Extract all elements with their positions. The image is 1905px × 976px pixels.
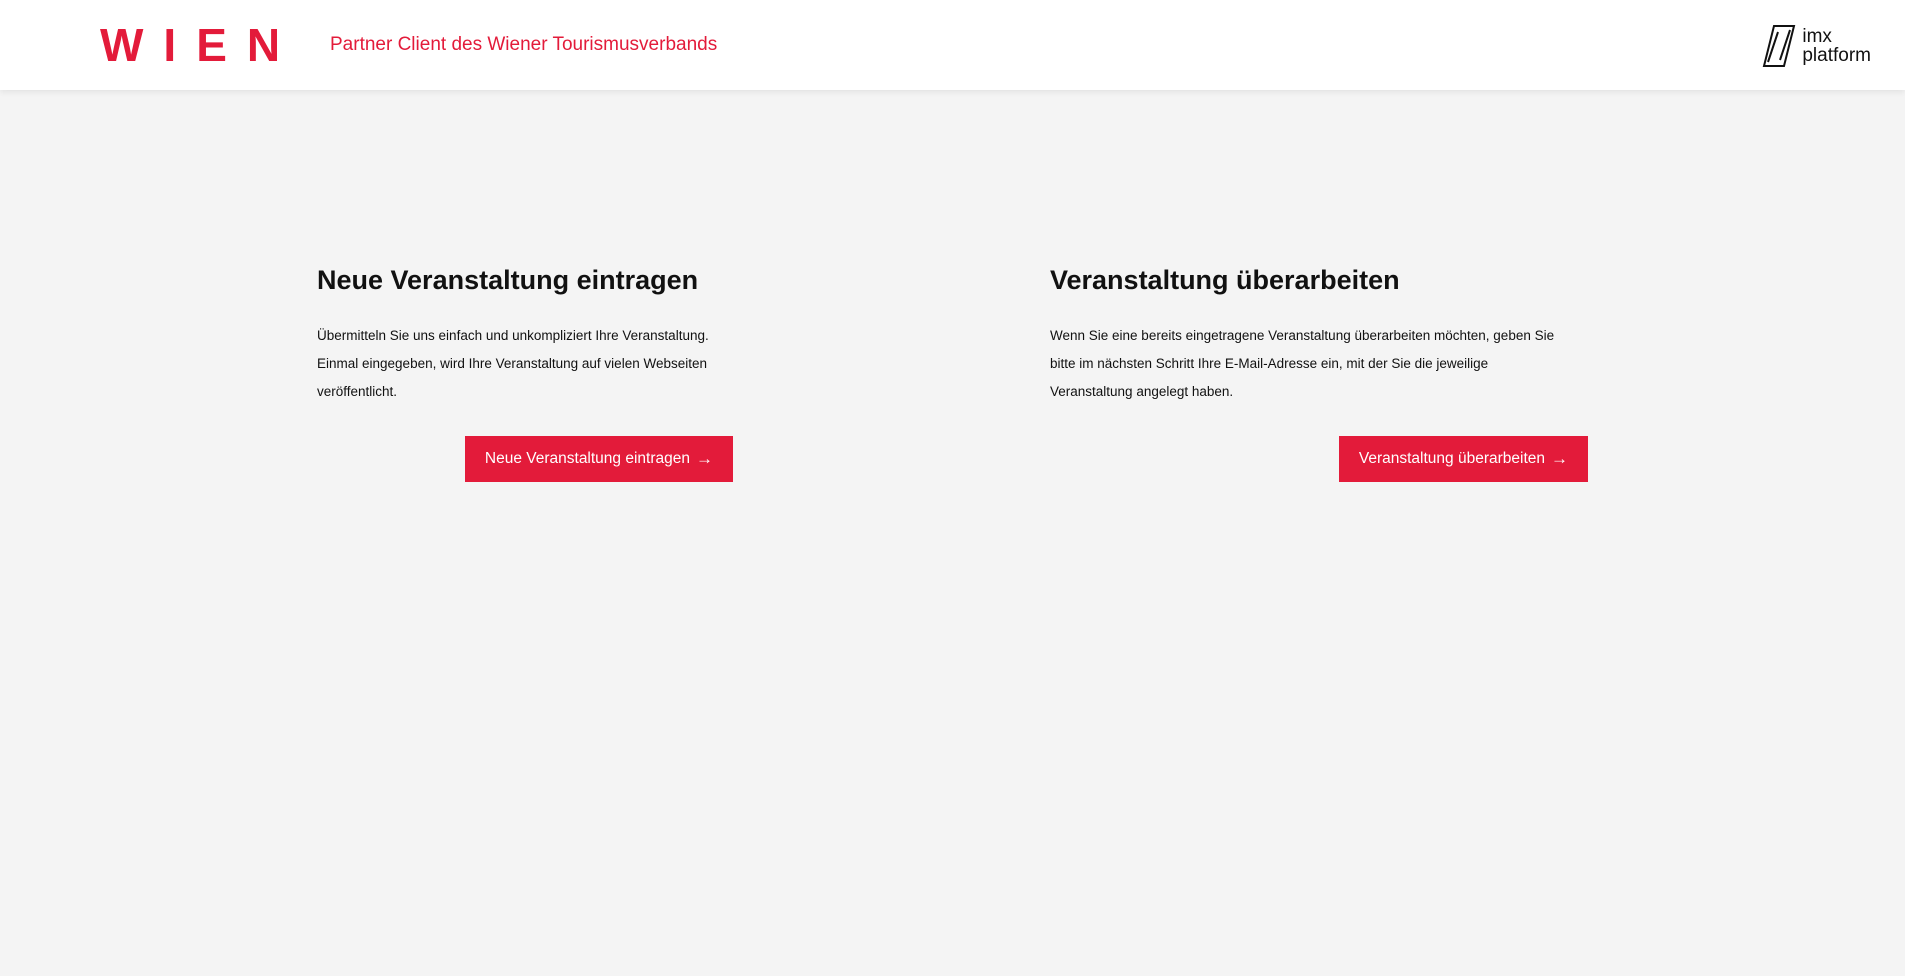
edit-event-card: Veranstaltung überarbeiten Wenn Sie eine…: [1050, 262, 1588, 482]
edit-event-description-line2: bitte im nächsten Schritt Ihre E-Mail-Ad…: [1050, 356, 1489, 371]
wien-logo[interactable]: WIEN: [100, 22, 300, 68]
arrow-right-icon: →: [1551, 449, 1568, 468]
new-event-button-label: Neue Veranstaltung eintragen: [484, 450, 690, 467]
edit-event-title: Veranstaltung überarbeiten: [1050, 265, 1400, 295]
new-event-card: Neue Veranstaltung eintragen Übermitteln…: [317, 262, 733, 482]
imx-wordmark-line1: imx: [1802, 26, 1832, 47]
new-event-description-line2: Einmal eingegeben, wird Ihre Veranstaltu…: [317, 356, 707, 371]
imx-wordmark-line2: platform: [1802, 45, 1871, 66]
new-event-description: Übermitteln Sie uns einfach und unkompli…: [317, 322, 733, 406]
arrow-right-icon: →: [696, 449, 713, 468]
imx-platform-logo-icon: [1763, 25, 1796, 67]
imx-platform-wordmark: imx platform: [1802, 27, 1871, 65]
edit-event-description: Wenn Sie eine bereits eingetragene Veran…: [1050, 322, 1588, 406]
new-event-title: Neue Veranstaltung eintragen: [317, 265, 699, 295]
edit-event-button-row: Veranstaltung überarbeiten →: [1050, 436, 1588, 482]
new-event-description-line1: Übermitteln Sie uns einfach und unkompli…: [317, 328, 709, 343]
edit-event-button[interactable]: Veranstaltung überarbeiten →: [1338, 436, 1588, 482]
edit-event-description-line1: Wenn Sie eine bereits eingetragene Veran…: [1050, 328, 1555, 343]
new-event-description-line3: veröffentlicht.: [317, 384, 398, 399]
site-header: WIEN Partner Client des Wiener Tourismus…: [0, 0, 1905, 90]
edit-event-description-line3: Veranstaltung angelegt haben.: [1050, 384, 1234, 399]
header-tagline: Partner Client des Wiener Tourismusverba…: [330, 34, 718, 55]
new-event-button-row: Neue Veranstaltung eintragen →: [317, 436, 733, 482]
edit-event-button-label: Veranstaltung überarbeiten: [1358, 450, 1545, 467]
new-event-button[interactable]: Neue Veranstaltung eintragen →: [464, 436, 733, 482]
imx-platform-logo[interactable]: imx platform: [1762, 23, 1871, 69]
